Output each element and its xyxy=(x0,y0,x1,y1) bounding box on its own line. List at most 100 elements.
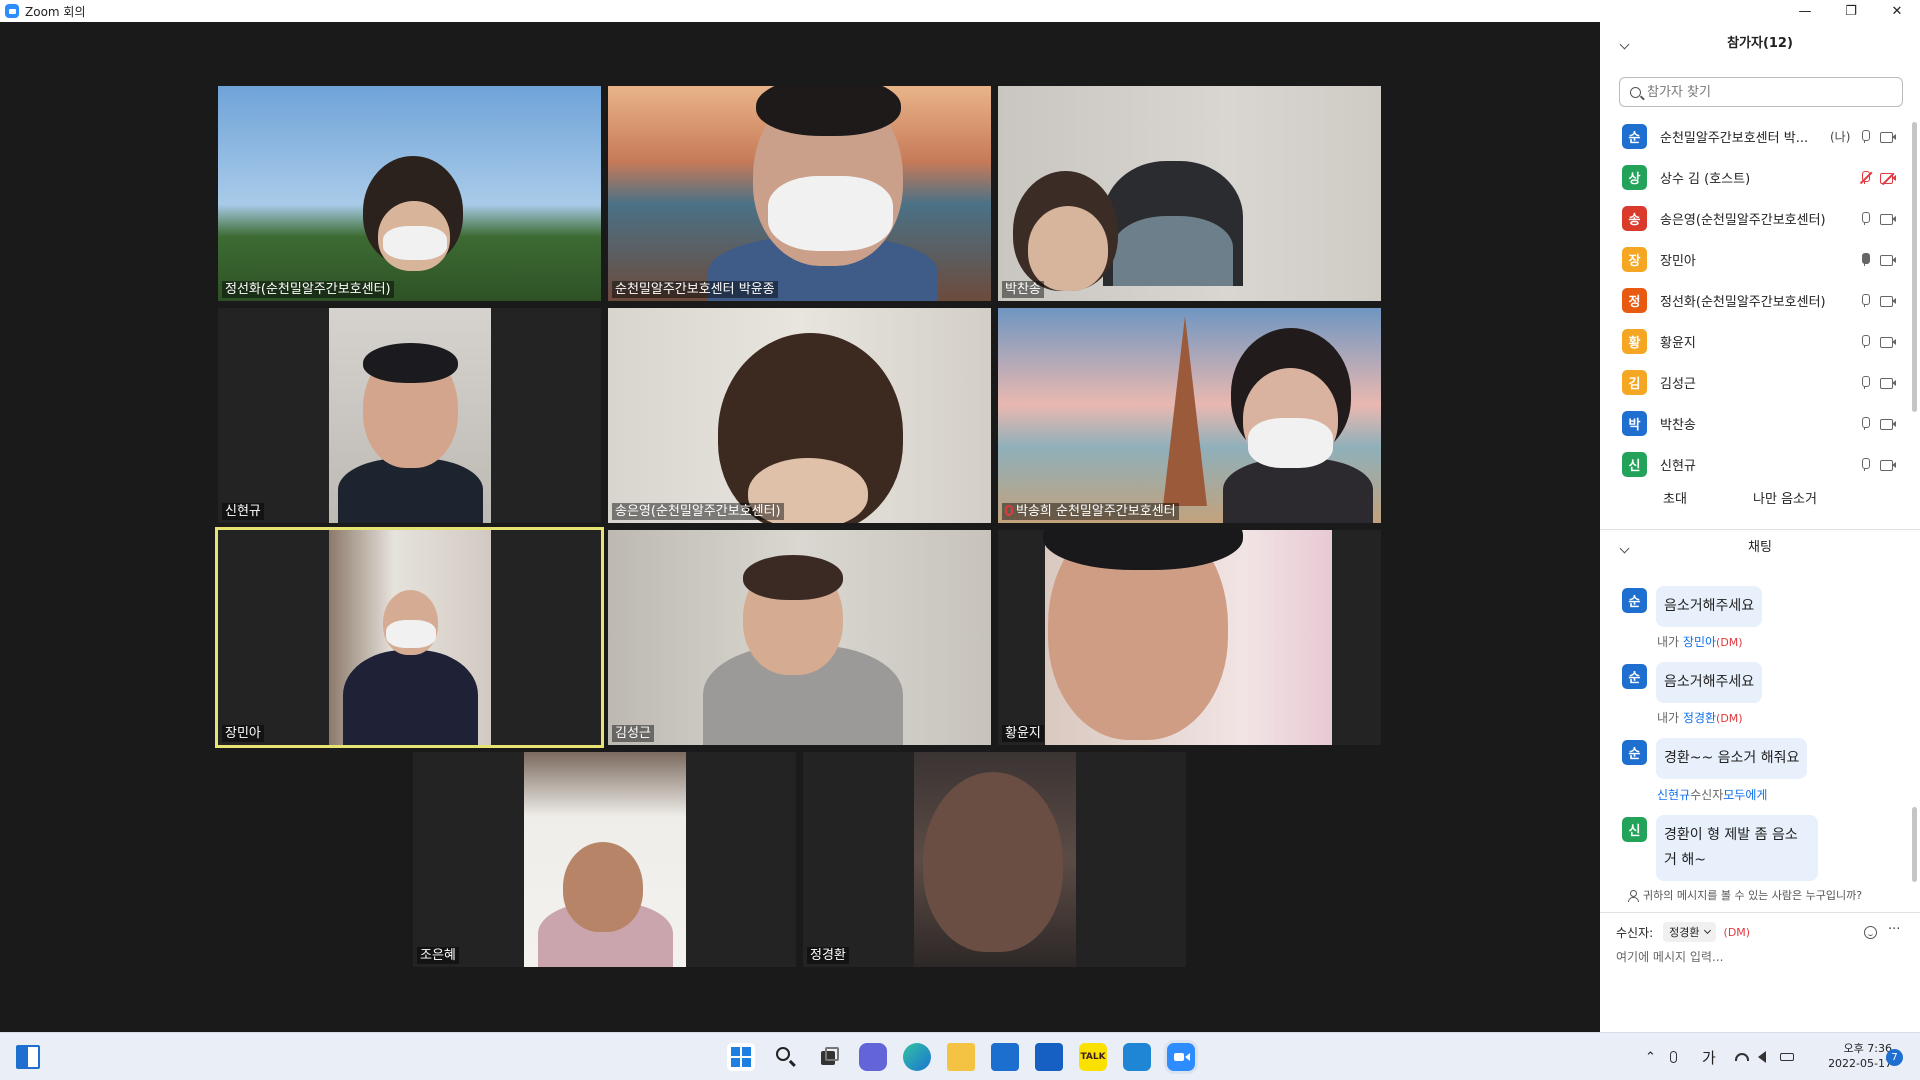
microsoft-store-icon[interactable] xyxy=(991,1043,1019,1071)
video-tile-active-speaker[interactable]: 장민아 xyxy=(215,527,604,748)
message-bubble: 경환이 형 제발 좀 음소 거 해~ xyxy=(1656,815,1818,881)
participant-actions: 초대 나만 음소거 xyxy=(1600,484,1920,514)
mail-icon[interactable] xyxy=(1035,1043,1063,1071)
who-can-see-link[interactable]: 귀하의 메시지를 볼 수 있는 사람은 누구입니까? xyxy=(1628,887,1862,903)
participant-list-name: 신현규 xyxy=(1660,459,1696,474)
camera-icon[interactable] xyxy=(1880,131,1896,143)
zoom-taskbar-icon[interactable] xyxy=(1167,1043,1195,1071)
camera-icon[interactable] xyxy=(1880,459,1896,471)
side-panel: 참가자(12) 순 순천밀알주간보호센터 박... (나) 상 상수 김 (호스… xyxy=(1600,22,1920,1032)
dm-recipient-link[interactable]: 장민아 xyxy=(1683,635,1716,649)
dm-badge: (DM) xyxy=(1723,925,1751,939)
video-tile[interactable]: 순천밀알주간보호센터 박윤종 xyxy=(608,86,991,301)
file-explorer-icon[interactable] xyxy=(947,1043,975,1071)
sender-link[interactable]: 신현규 xyxy=(1657,788,1690,802)
microphone-active-icon[interactable] xyxy=(1861,253,1870,266)
camera-icon[interactable] xyxy=(1880,336,1896,348)
camera-icon[interactable] xyxy=(1880,418,1896,430)
video-gallery: 정선화(순천밀알주간보호센터) 순천밀알주간보호센터 박윤종 박찬송 신현규 송… xyxy=(0,22,1600,1032)
minimize-button[interactable]: — xyxy=(1782,0,1828,22)
participant-row[interactable]: 신 신현규 xyxy=(1600,444,1910,485)
participant-row[interactable]: 정 정선화(순천밀알주간보호센터) xyxy=(1600,280,1910,321)
microphone-icon[interactable] xyxy=(1861,294,1870,307)
participant-name: 황윤지 xyxy=(1002,725,1044,742)
avatar: 송 xyxy=(1622,206,1647,231)
participant-row[interactable]: 김 김성근 xyxy=(1600,362,1910,403)
ime-indicator[interactable]: 가 xyxy=(1702,1033,1716,1080)
participant-row[interactable]: 송 송은영(순천밀알주간보호센터) xyxy=(1600,198,1910,239)
video-tile[interactable]: 김성근 xyxy=(608,530,991,745)
app-icon[interactable] xyxy=(1123,1043,1151,1071)
video-tile[interactable]: 황윤지 xyxy=(998,530,1381,745)
tray-microphone-icon[interactable] xyxy=(1670,1033,1677,1080)
microphone-icon[interactable] xyxy=(1861,335,1870,348)
participants-scrollbar[interactable] xyxy=(1912,122,1917,412)
close-button[interactable]: ✕ xyxy=(1874,0,1920,22)
emoji-icon[interactable] xyxy=(1864,926,1877,939)
video-tile[interactable]: 정경환 xyxy=(803,752,1186,967)
participant-row[interactable]: 장 장민아 xyxy=(1600,239,1910,280)
participant-search-input[interactable] xyxy=(1647,84,1877,100)
microphone-icon[interactable] xyxy=(1861,212,1870,225)
microphone-icon[interactable] xyxy=(1861,376,1870,389)
avatar: 순 xyxy=(1622,588,1647,613)
wifi-icon[interactable] xyxy=(1735,1033,1749,1080)
microphone-icon[interactable] xyxy=(1861,458,1870,471)
task-view-icon[interactable] xyxy=(815,1043,843,1071)
chat-message-input[interactable] xyxy=(1616,948,1906,1018)
kakaotalk-icon[interactable]: TALK xyxy=(1079,1043,1107,1071)
camera-icon[interactable] xyxy=(1880,213,1896,225)
recipient-select[interactable]: 정경환 xyxy=(1663,922,1716,942)
avatar: 신 xyxy=(1622,452,1647,477)
camera-off-icon[interactable] xyxy=(1880,172,1896,185)
search-icon xyxy=(1630,86,1641,98)
participant-name: 박송희 순천밀알주간보호센터 xyxy=(1002,503,1179,520)
mute-me-button[interactable]: 나만 음소거 xyxy=(1730,484,1840,510)
camera-icon[interactable] xyxy=(1880,295,1896,307)
camera-icon[interactable] xyxy=(1880,254,1896,266)
battery-icon[interactable] xyxy=(1780,1033,1794,1080)
participant-name: 정경환 xyxy=(807,947,849,964)
volume-icon[interactable] xyxy=(1758,1033,1766,1080)
participant-row[interactable]: 순 순천밀알주간보호센터 박... (나) xyxy=(1600,116,1910,157)
participant-name: 김성근 xyxy=(612,725,654,742)
edge-browser-icon[interactable] xyxy=(903,1043,931,1071)
camera-icon[interactable] xyxy=(1880,377,1896,389)
notification-badge[interactable]: 7 xyxy=(1886,1049,1903,1066)
video-tile[interactable]: 조은혜 xyxy=(413,752,796,967)
panel-divider xyxy=(1600,529,1920,530)
tray-chevron-up-icon[interactable]: ⌃ xyxy=(1645,1033,1656,1080)
video-tile[interactable]: 정선화(순천밀알주간보호센터) xyxy=(218,86,601,301)
recipient-row: 수신자: 정경환 (DM) xyxy=(1616,921,1750,943)
video-tile[interactable]: 박송희 순천밀알주간보호센터 xyxy=(998,308,1381,523)
participant-search[interactable] xyxy=(1619,77,1903,107)
microphone-icon[interactable] xyxy=(1861,130,1870,143)
microphone-icon[interactable] xyxy=(1861,417,1870,430)
teams-chat-icon[interactable] xyxy=(859,1043,887,1071)
chevron-down-icon xyxy=(1703,926,1711,935)
dm-recipient-link[interactable]: 정경환 xyxy=(1683,711,1716,725)
widgets-icon[interactable] xyxy=(16,1045,40,1069)
microphone-muted-icon[interactable] xyxy=(1859,171,1873,184)
avatar: 김 xyxy=(1622,370,1647,395)
video-tile[interactable]: 신현규 xyxy=(218,308,601,523)
video-tile[interactable]: 박찬송 xyxy=(998,86,1381,301)
chat-scrollbar[interactable] xyxy=(1912,807,1917,882)
invite-button[interactable]: 초대 xyxy=(1640,484,1710,510)
video-tile[interactable]: 송은영(순천밀알주간보호센터) xyxy=(608,308,991,523)
avatar: 박 xyxy=(1622,411,1647,436)
participant-list-name: 황윤지 xyxy=(1660,336,1696,351)
mic-muted-icon xyxy=(1005,505,1013,516)
participant-row[interactable]: 상 상수 김 (호스트) xyxy=(1600,157,1910,198)
search-icon[interactable] xyxy=(771,1043,799,1071)
me-tag: (나) xyxy=(1830,130,1851,144)
participant-row[interactable]: 황 황윤지 xyxy=(1600,321,1910,362)
participant-name: 신현규 xyxy=(222,503,264,520)
system-clock[interactable]: 오후 7:36 2022-05-17 xyxy=(1797,1041,1892,1071)
participant-list-name: 정선화(순천밀알주간보호센터) xyxy=(1660,295,1826,310)
more-options-icon[interactable]: ··· xyxy=(1888,922,1900,937)
restore-button[interactable]: ❐ xyxy=(1828,0,1874,22)
participant-row[interactable]: 박 박찬송 xyxy=(1600,403,1910,444)
windows-start-icon[interactable] xyxy=(727,1043,755,1071)
participant-list-name: 상수 김 (호스트) xyxy=(1660,172,1751,187)
